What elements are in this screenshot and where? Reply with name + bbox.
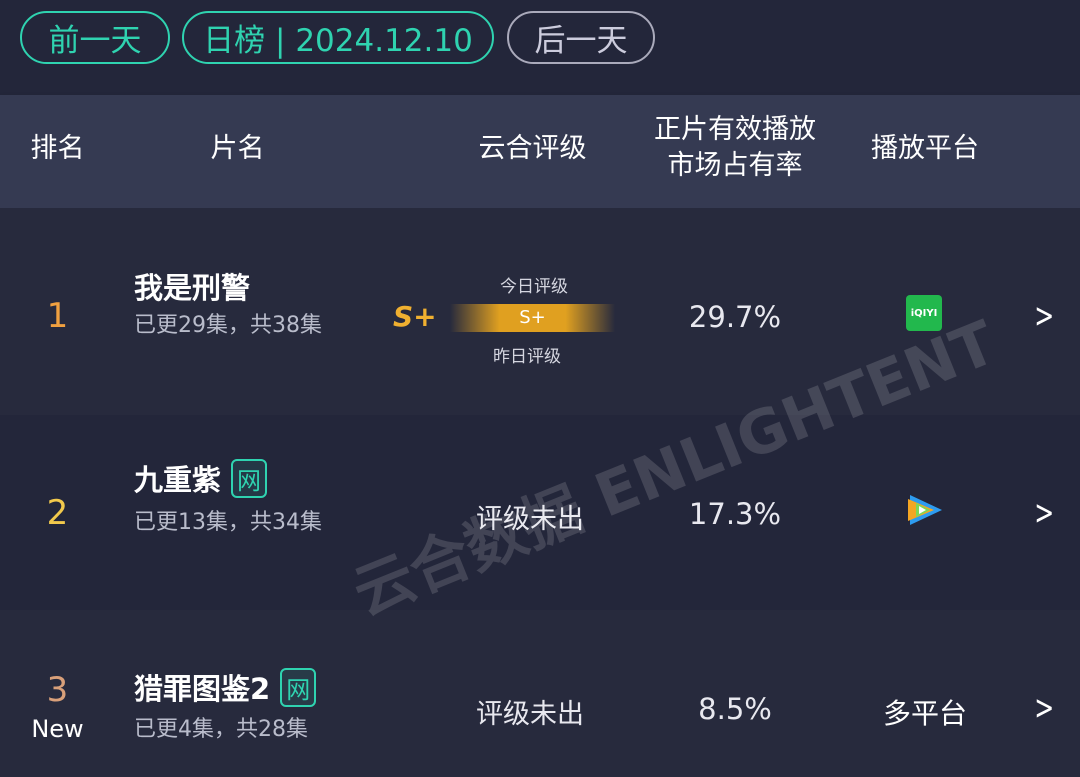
chevron-right-icon[interactable]: > bbox=[1034, 296, 1054, 336]
show-title: 我是刑警 bbox=[134, 265, 250, 307]
header-rating: 云合评级 bbox=[478, 133, 587, 164]
web-badge: 网 bbox=[231, 458, 268, 498]
rating-value: 评级未出 bbox=[476, 699, 584, 730]
table-header: 排名 片名 云合评级 正片有效播放 市场占有率 播放平台 bbox=[0, 95, 1080, 208]
header-share-line2: 市场占有率 bbox=[667, 150, 803, 181]
iqiyi-icon: iQIYI bbox=[906, 295, 942, 331]
table-row[interactable]: 2 九重紫网 已更13集，共34集 评级未出 17.3% > bbox=[0, 415, 1080, 610]
rank: 1 bbox=[46, 296, 69, 336]
show-title: 猎罪图鉴2 网 bbox=[134, 666, 317, 708]
rating-bar: S+ bbox=[450, 304, 615, 332]
title-text: 我是刑警 bbox=[134, 271, 251, 305]
episode-info: 已更4集，共28集 bbox=[134, 717, 308, 742]
rank: 2 bbox=[46, 493, 69, 533]
top-nav: 前一天 日榜 | 2024.12.10 后一天 bbox=[0, 0, 1080, 95]
date-selector[interactable]: 日榜 | 2024.12.10 bbox=[182, 11, 494, 64]
rating-value: S+ bbox=[393, 300, 437, 333]
episode-info: 已更13集，共34集 bbox=[134, 510, 322, 535]
market-share: 29.7% bbox=[688, 300, 782, 334]
chevron-right-icon[interactable]: > bbox=[1034, 688, 1054, 728]
header-platform: 播放平台 bbox=[871, 133, 979, 164]
header-share: 正片有效播放 市场占有率 bbox=[640, 112, 830, 184]
rating-value: 评级未出 bbox=[476, 504, 584, 535]
tencent-video-icon bbox=[908, 495, 942, 525]
chevron-right-icon[interactable]: > bbox=[1034, 493, 1054, 533]
platform-multi: 多平台 bbox=[882, 697, 967, 730]
header-rank: 排名 bbox=[30, 133, 85, 164]
table-row[interactable]: 3 New 猎罪图鉴2 网 已更4集，共28集 评级未出 8.5% 多平台 > bbox=[0, 610, 1080, 777]
episode-info: 已更29集，共38集 bbox=[134, 313, 322, 338]
new-label: New bbox=[31, 715, 84, 743]
title-text: 猎罪图鉴2 bbox=[134, 672, 271, 706]
market-share: 8.5% bbox=[698, 692, 772, 726]
rank: 3 bbox=[46, 670, 69, 710]
header-share-line1: 正片有效播放 bbox=[654, 114, 816, 145]
title-text: 九重紫 bbox=[134, 463, 222, 497]
show-title: 九重紫网 bbox=[134, 457, 268, 499]
next-day-button[interactable]: 后一天 bbox=[507, 11, 655, 64]
web-badge: 网 bbox=[280, 667, 317, 707]
prev-day-button[interactable]: 前一天 bbox=[20, 11, 170, 64]
table-row[interactable]: 1 我是刑警 已更29集，共38集 S+ 今日评级 S+ 昨日评级 29.7% … bbox=[0, 208, 1080, 415]
header-title: 片名 bbox=[210, 133, 265, 164]
yesterday-rating-label: 昨日评级 bbox=[493, 347, 561, 367]
market-share: 17.3% bbox=[688, 497, 782, 531]
rating-bar-value: S+ bbox=[519, 307, 546, 328]
today-rating-label: 今日评级 bbox=[500, 277, 568, 297]
